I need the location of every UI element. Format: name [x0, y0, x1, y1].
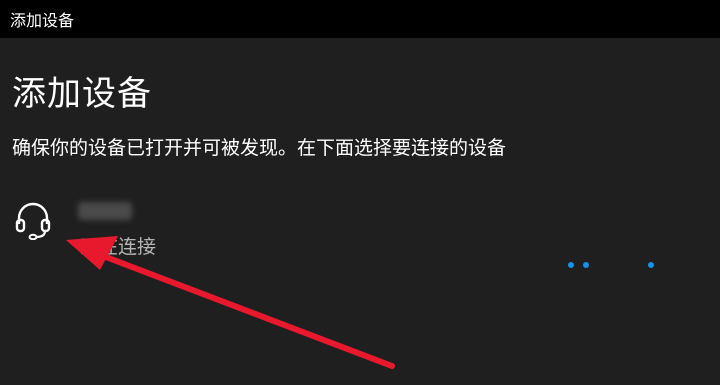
- progress-dot: [568, 262, 574, 268]
- page-title: 添加设备: [12, 74, 152, 114]
- progress-dot: [648, 262, 654, 268]
- add-device-window: 添加设备 添加设备 确保你的设备已打开并可被发现。在下面选择要连接的设备 正在连…: [0, 0, 720, 385]
- window-title: 添加设备: [10, 11, 75, 30]
- progress-dot: [583, 262, 589, 268]
- title-bar: 添加设备: [0, 0, 720, 38]
- device-connection-status: 正在连接: [80, 236, 157, 258]
- page-description: 确保你的设备已打开并可被发现。在下面选择要连接的设备: [12, 137, 507, 159]
- device-name-redacted: [78, 202, 132, 220]
- connecting-progress-indicator: [560, 262, 660, 272]
- device-list-item[interactable]: 正在连接: [0, 190, 720, 270]
- headset-icon: [15, 202, 51, 240]
